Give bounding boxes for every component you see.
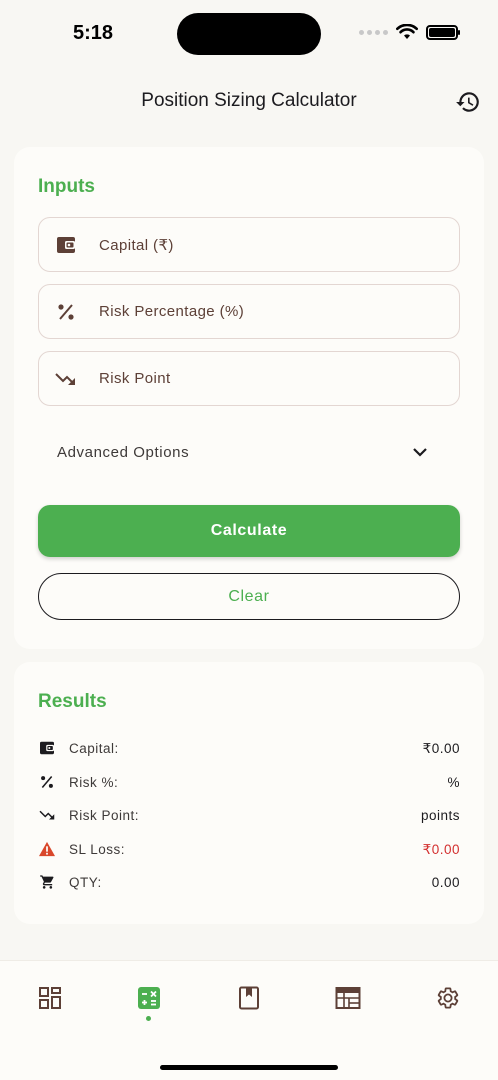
warning-icon xyxy=(38,840,56,858)
bottom-navigation xyxy=(0,960,498,1080)
chevron-down-icon xyxy=(413,448,427,457)
wallet-icon xyxy=(38,739,56,757)
result-row-qty: QTY: 0.00 xyxy=(38,871,460,895)
risk-point-label: Risk Point xyxy=(99,370,171,387)
result-value: ₹0.00 xyxy=(422,741,460,756)
trending-down-icon xyxy=(38,806,56,824)
nav-calculator[interactable] xyxy=(136,985,162,1011)
advanced-options-toggle[interactable]: Advanced Options xyxy=(38,434,460,470)
result-label: Risk %: xyxy=(69,775,119,790)
home-indicator xyxy=(160,1065,338,1070)
result-row-risk-percent: Risk %: % xyxy=(38,771,460,795)
wifi-icon xyxy=(396,24,418,39)
page-title: Position Sizing Calculator xyxy=(141,90,357,111)
result-value: % xyxy=(447,775,460,790)
calculate-button[interactable]: Calculate xyxy=(38,505,460,557)
result-label: SL Loss: xyxy=(69,842,126,857)
status-bar: 5:18 xyxy=(0,0,498,68)
status-time: 5:18 xyxy=(73,22,114,44)
nav-journal[interactable] xyxy=(236,985,262,1011)
risk-point-field[interactable]: Risk Point xyxy=(38,351,460,406)
advanced-options-label: Advanced Options xyxy=(57,444,190,461)
status-icons xyxy=(359,24,460,40)
cart-icon xyxy=(38,873,56,891)
risk-percentage-field[interactable]: Risk Percentage (%) xyxy=(38,284,460,339)
nav-dashboard[interactable] xyxy=(37,985,63,1011)
inputs-card: Inputs Capital (₹) Risk Percentage (%) R… xyxy=(14,147,484,649)
nav-settings[interactable] xyxy=(435,985,461,1011)
result-row-risk-point: Risk Point: points xyxy=(38,804,460,828)
dashboard-icon xyxy=(39,987,61,1009)
results-card: Results Capital: ₹0.00 Risk %: % Risk Po… xyxy=(14,662,484,924)
percent-icon xyxy=(38,773,56,791)
app-bar: Position Sizing Calculator xyxy=(0,80,498,124)
battery-icon xyxy=(426,24,460,40)
result-value: ₹0.00 xyxy=(422,842,460,857)
dynamic-island xyxy=(177,13,321,55)
result-label: Risk Point: xyxy=(69,808,140,823)
history-button[interactable] xyxy=(454,88,482,116)
result-value: 0.00 xyxy=(431,875,460,890)
calculator-icon xyxy=(138,987,160,1009)
history-icon xyxy=(456,92,479,112)
results-title: Results xyxy=(38,691,107,712)
capital-label: Capital (₹) xyxy=(99,237,174,254)
settings-icon xyxy=(437,987,459,1009)
inputs-title: Inputs xyxy=(38,176,95,197)
book-icon xyxy=(239,986,259,1010)
risk-percentage-label: Risk Percentage (%) xyxy=(99,303,245,320)
nav-calendar[interactable] xyxy=(335,985,361,1011)
clear-button[interactable]: Clear xyxy=(38,573,460,620)
calendar-icon xyxy=(335,987,361,1009)
result-row-capital: Capital: ₹0.00 xyxy=(38,737,460,761)
percent-icon xyxy=(55,301,77,323)
capital-field[interactable]: Capital (₹) xyxy=(38,217,460,272)
result-row-sl-loss: SL Loss: ₹0.00 xyxy=(38,838,460,862)
trending-down-icon xyxy=(55,368,77,390)
result-value: points xyxy=(420,808,460,823)
result-label: QTY: xyxy=(69,875,102,890)
cellular-signal-icon xyxy=(359,29,388,35)
wallet-icon xyxy=(55,234,77,256)
active-indicator xyxy=(146,1016,151,1021)
result-label: Capital: xyxy=(69,741,119,756)
